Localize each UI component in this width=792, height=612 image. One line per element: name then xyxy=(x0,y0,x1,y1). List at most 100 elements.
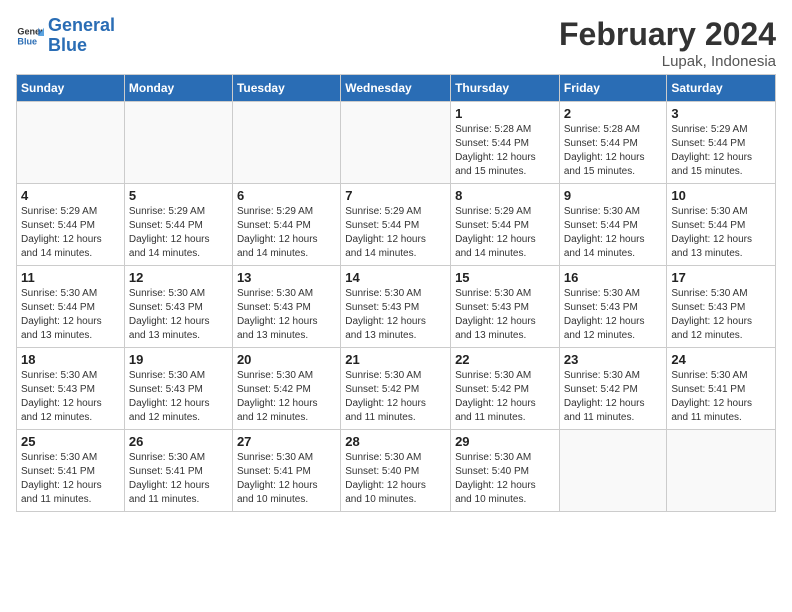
day-number: 22 xyxy=(455,352,555,367)
calendar-day-cell: 4Sunrise: 5:29 AM Sunset: 5:44 PM Daylig… xyxy=(17,184,125,266)
day-number: 20 xyxy=(237,352,336,367)
calendar-day-cell: 25 Sunrise: 5:30 AM Sunset: 5:41 PM Dayli… xyxy=(17,430,125,512)
day-number: 15 xyxy=(455,270,555,285)
day-number: 29 xyxy=(455,434,555,449)
logo-text: General Blue xyxy=(48,16,115,56)
day-info: Sunrise: 5:29 AM Sunset: 5:44 PM Dayligh… xyxy=(237,205,336,261)
day-info: Sunrise: 5:29 AM Sunset: 5:44 PM Dayligh… xyxy=(21,205,120,261)
day-info: Sunrise: 5:28 AM Sunset: 5:44 PM Dayligh… xyxy=(564,123,663,179)
day-number: 14 xyxy=(345,270,446,285)
calendar-body: 1 Sunrise: 5:28 AM Sunset: 5:44 PM Daylig… xyxy=(17,102,776,512)
calendar-week-row: 1 Sunrise: 5:28 AM Sunset: 5:44 PM Daylig… xyxy=(17,102,776,184)
calendar-day-cell xyxy=(559,430,667,512)
calendar-week-row: 25 Sunrise: 5:30 AM Sunset: 5:41 PM Dayli… xyxy=(17,430,776,512)
calendar-day-cell xyxy=(667,430,776,512)
calendar-day-cell: 15Sunrise: 5:30 AM Sunset: 5:43 PM Dayli… xyxy=(451,266,560,348)
day-number: 23 xyxy=(564,352,663,367)
day-info: Sunrise: 5:29 AM Sunset: 5:44 PM Dayligh… xyxy=(129,205,228,261)
day-number: 3 xyxy=(671,106,771,121)
calendar-day-cell: 14 Sunrise: 5:30 AM Sunset: 5:43 PM Dayli… xyxy=(341,266,451,348)
location: Lupak, Indonesia xyxy=(559,53,776,70)
weekday-header-cell: Tuesday xyxy=(232,75,340,102)
weekday-header-cell: Friday xyxy=(559,75,667,102)
calendar-day-cell: 21 Sunrise: 5:30 AM Sunset: 5:42 PM Dayli… xyxy=(341,348,451,430)
day-info: Sunrise: 5:30 AM Sunset: 5:41 PM Dayligh… xyxy=(129,451,228,507)
day-info: Sunrise: 5:30 AM Sunset: 5:44 PM Dayligh… xyxy=(564,205,663,261)
day-info: Sunrise: 5:29 AM Sunset: 5:44 PM Dayligh… xyxy=(455,205,555,261)
day-info: Sunrise: 5:30 AM Sunset: 5:43 PM Dayligh… xyxy=(129,369,228,425)
calendar-week-row: 18 Sunrise: 5:30 AM Sunset: 5:43 PM Dayli… xyxy=(17,348,776,430)
page-header: General Blue General Blue February 2024 … xyxy=(16,16,776,70)
calendar-day-cell xyxy=(17,102,125,184)
weekday-header-cell: Saturday xyxy=(667,75,776,102)
calendar-day-cell: 28Sunrise: 5:30 AM Sunset: 5:40 PM Dayli… xyxy=(341,430,451,512)
day-info: Sunrise: 5:30 AM Sunset: 5:43 PM Dayligh… xyxy=(564,287,663,343)
day-number: 5 xyxy=(129,188,228,203)
day-info: Sunrise: 5:30 AM Sunset: 5:41 PM Dayligh… xyxy=(21,451,120,507)
calendar-day-cell: 6 Sunrise: 5:29 AM Sunset: 5:44 PM Daylig… xyxy=(232,184,340,266)
day-number: 11 xyxy=(21,270,120,285)
day-info: Sunrise: 5:30 AM Sunset: 5:42 PM Dayligh… xyxy=(455,369,555,425)
title-block: February 2024 Lupak, Indonesia xyxy=(559,16,776,70)
day-info: Sunrise: 5:30 AM Sunset: 5:43 PM Dayligh… xyxy=(237,287,336,343)
calendar-day-cell: 18 Sunrise: 5:30 AM Sunset: 5:43 PM Dayli… xyxy=(17,348,125,430)
day-info: Sunrise: 5:30 AM Sunset: 5:42 PM Dayligh… xyxy=(564,369,663,425)
day-info: Sunrise: 5:30 AM Sunset: 5:41 PM Dayligh… xyxy=(237,451,336,507)
calendar-day-cell: 1 Sunrise: 5:28 AM Sunset: 5:44 PM Daylig… xyxy=(451,102,560,184)
month-year: February 2024 xyxy=(559,16,776,53)
day-number: 8 xyxy=(455,188,555,203)
day-number: 1 xyxy=(455,106,555,121)
day-number: 7 xyxy=(345,188,446,203)
day-number: 6 xyxy=(237,188,336,203)
day-number: 10 xyxy=(671,188,771,203)
calendar-table: SundayMondayTuesdayWednesdayThursdayFrid… xyxy=(16,74,776,512)
calendar-day-cell xyxy=(124,102,232,184)
day-number: 16 xyxy=(564,270,663,285)
weekday-header-row: SundayMondayTuesdayWednesdayThursdayFrid… xyxy=(17,75,776,102)
calendar-day-cell: 2Sunrise: 5:28 AM Sunset: 5:44 PM Daylig… xyxy=(559,102,667,184)
calendar-day-cell: 8 Sunrise: 5:29 AM Sunset: 5:44 PM Daylig… xyxy=(451,184,560,266)
logo-general: General xyxy=(48,15,115,35)
calendar-day-cell: 16 Sunrise: 5:30 AM Sunset: 5:43 PM Dayli… xyxy=(559,266,667,348)
calendar-day-cell: 17Sunrise: 5:30 AM Sunset: 5:43 PM Dayli… xyxy=(667,266,776,348)
day-number: 18 xyxy=(21,352,120,367)
calendar-day-cell xyxy=(232,102,340,184)
day-number: 9 xyxy=(564,188,663,203)
day-info: Sunrise: 5:28 AM Sunset: 5:44 PM Dayligh… xyxy=(455,123,555,179)
day-info: Sunrise: 5:30 AM Sunset: 5:43 PM Dayligh… xyxy=(671,287,771,343)
calendar-day-cell: 19 Sunrise: 5:30 AM Sunset: 5:43 PM Dayli… xyxy=(124,348,232,430)
svg-text:Blue: Blue xyxy=(17,36,37,46)
day-number: 28 xyxy=(345,434,446,449)
day-number: 21 xyxy=(345,352,446,367)
day-number: 24 xyxy=(671,352,771,367)
day-info: Sunrise: 5:30 AM Sunset: 5:43 PM Dayligh… xyxy=(345,287,446,343)
calendar-day-cell: 13 Sunrise: 5:30 AM Sunset: 5:43 PM Dayli… xyxy=(232,266,340,348)
calendar-day-cell: 12Sunrise: 5:30 AM Sunset: 5:43 PM Dayli… xyxy=(124,266,232,348)
day-info: Sunrise: 5:30 AM Sunset: 5:43 PM Dayligh… xyxy=(21,369,120,425)
weekday-header-cell: Thursday xyxy=(451,75,560,102)
day-number: 13 xyxy=(237,270,336,285)
day-info: Sunrise: 5:30 AM Sunset: 5:44 PM Dayligh… xyxy=(21,287,120,343)
day-number: 27 xyxy=(237,434,336,449)
calendar-week-row: 11 Sunrise: 5:30 AM Sunset: 5:44 PM Dayli… xyxy=(17,266,776,348)
calendar-day-cell: 9 Sunrise: 5:30 AM Sunset: 5:44 PM Daylig… xyxy=(559,184,667,266)
day-number: 19 xyxy=(129,352,228,367)
day-info: Sunrise: 5:30 AM Sunset: 5:42 PM Dayligh… xyxy=(237,369,336,425)
calendar-day-cell: 29Sunrise: 5:30 AM Sunset: 5:40 PM Dayli… xyxy=(451,430,560,512)
calendar-day-cell: 24 Sunrise: 5:30 AM Sunset: 5:41 PM Dayli… xyxy=(667,348,776,430)
weekday-header-cell: Wednesday xyxy=(341,75,451,102)
logo-icon: General Blue xyxy=(16,22,44,50)
calendar-day-cell: 7 Sunrise: 5:29 AM Sunset: 5:44 PM Daylig… xyxy=(341,184,451,266)
calendar-day-cell: 3 Sunrise: 5:29 AM Sunset: 5:44 PM Daylig… xyxy=(667,102,776,184)
calendar-day-cell: 11 Sunrise: 5:30 AM Sunset: 5:44 PM Dayli… xyxy=(17,266,125,348)
calendar-day-cell: 5 Sunrise: 5:29 AM Sunset: 5:44 PM Daylig… xyxy=(124,184,232,266)
day-info: Sunrise: 5:30 AM Sunset: 5:42 PM Dayligh… xyxy=(345,369,446,425)
day-info: Sunrise: 5:30 AM Sunset: 5:41 PM Dayligh… xyxy=(671,369,771,425)
day-info: Sunrise: 5:29 AM Sunset: 5:44 PM Dayligh… xyxy=(345,205,446,261)
day-info: Sunrise: 5:30 AM Sunset: 5:44 PM Dayligh… xyxy=(671,205,771,261)
calendar-day-cell: 20 Sunrise: 5:30 AM Sunset: 5:42 PM Dayli… xyxy=(232,348,340,430)
day-info: Sunrise: 5:29 AM Sunset: 5:44 PM Dayligh… xyxy=(671,123,771,179)
logo-blue: Blue xyxy=(48,35,87,55)
calendar-day-cell: 26Sunrise: 5:30 AM Sunset: 5:41 PM Dayli… xyxy=(124,430,232,512)
day-number: 25 xyxy=(21,434,120,449)
